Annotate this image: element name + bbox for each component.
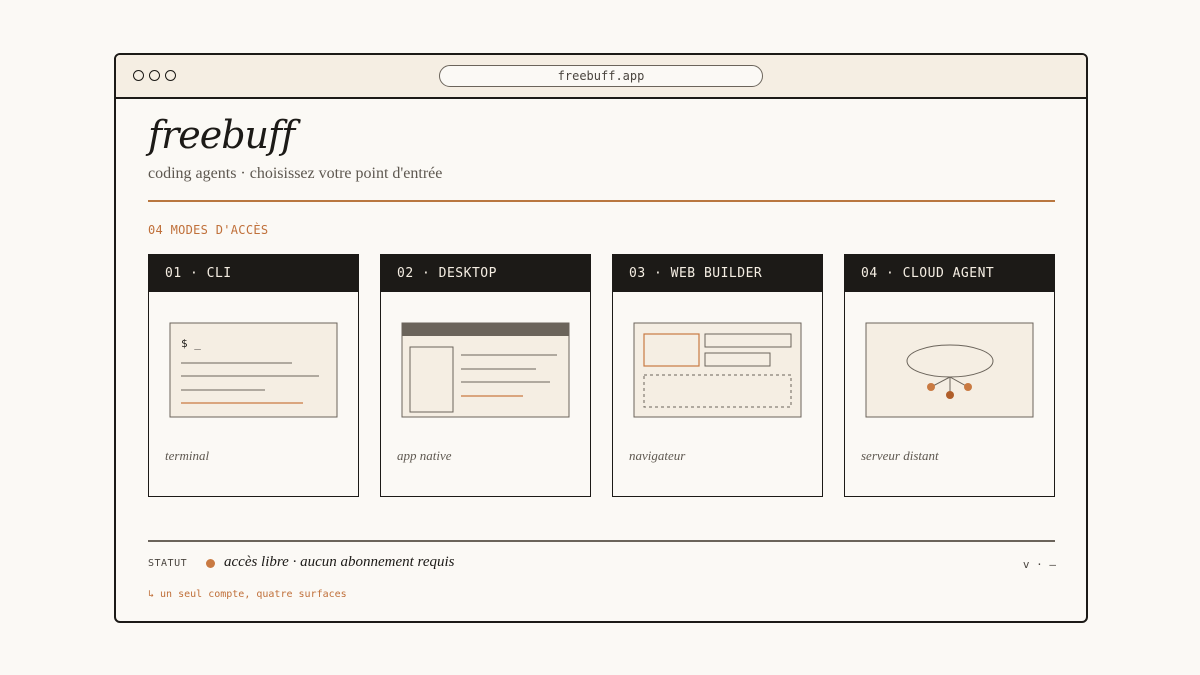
section-label: 04 MODES D'ACCÈS: [148, 223, 269, 237]
window-close-icon[interactable]: [133, 70, 144, 81]
address-bar[interactable]: freebuff.app: [439, 65, 763, 87]
footnote: ↳ un seul compte, quatre surfaces: [148, 589, 347, 600]
cloud-agent-icon: [865, 322, 1034, 418]
browser-titlebar: freebuff.app: [116, 55, 1086, 99]
divider: [148, 200, 1055, 202]
divider: [148, 540, 1055, 542]
card-caption: terminal: [165, 448, 210, 463]
mode-card-cloud-agent[interactable]: 04 · CLOUD AGENT serveur distant: [844, 254, 1055, 497]
window-minimize-icon[interactable]: [149, 70, 160, 81]
card-caption: serveur distant: [861, 448, 939, 463]
browser-window: freebuff.app freebuff coding agents · ch…: [114, 53, 1088, 623]
window-maximize-icon[interactable]: [165, 70, 176, 81]
mode-card-desktop[interactable]: 02 · DESKTOP app native: [380, 254, 591, 497]
card-title: 02 · DESKTOP: [381, 255, 590, 292]
card-title: 04 · CLOUD AGENT: [845, 255, 1054, 292]
status-text: accès libre · aucun abonnement requis: [224, 554, 455, 570]
card-title: 01 · CLI: [149, 255, 358, 292]
status-version: v · —: [1022, 558, 1056, 571]
mode-card-cli[interactable]: 01 · CLI $ _ terminal: [148, 254, 359, 497]
desktop-app-icon: [401, 322, 570, 418]
status-label: STATUT: [148, 558, 188, 569]
card-caption: navigateur: [629, 448, 686, 463]
web-builder-icon: [633, 322, 802, 418]
terminal-prompt: $ _: [181, 337, 201, 350]
status-dot-icon: [206, 559, 215, 568]
brand-logo: freebuff: [148, 113, 295, 157]
page-tagline: coding agents · choisissez votre point d…: [148, 165, 443, 182]
card-caption: app native: [397, 448, 452, 463]
terminal-icon: $ _: [169, 322, 338, 418]
mode-card-web-builder[interactable]: 03 · WEB BUILDER navigateur: [612, 254, 823, 497]
card-title: 03 · WEB BUILDER: [613, 255, 822, 292]
